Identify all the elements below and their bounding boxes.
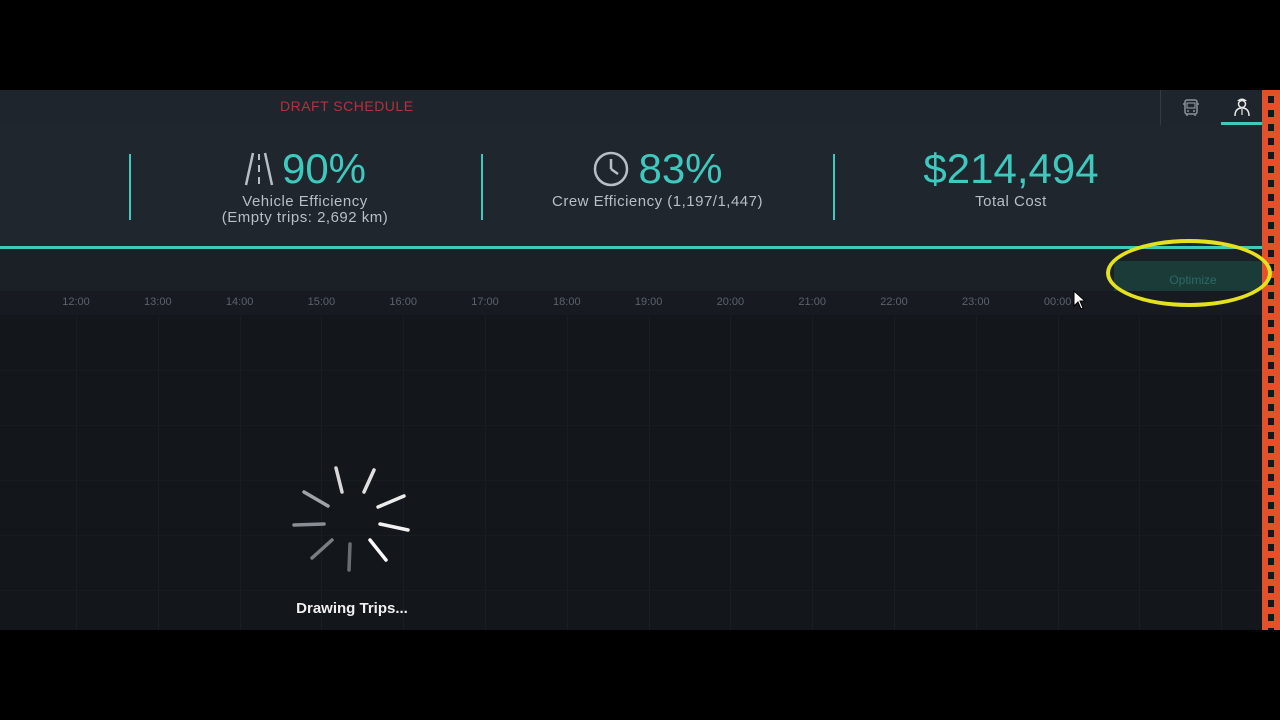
draft-schedule-label: DRAFT SCHEDULE <box>280 98 414 114</box>
grid-row-line <box>0 370 1262 371</box>
timeline-tick: 16:00 <box>389 296 417 308</box>
grid-column-line <box>812 315 813 630</box>
mouse-cursor-icon <box>1073 290 1087 310</box>
timeline-tick: 22:00 <box>880 296 908 308</box>
edge-bar-notch <box>1268 96 1274 103</box>
crew-view-tab[interactable] <box>1221 90 1262 125</box>
grid-column-line <box>976 315 977 630</box>
edge-bar-notch <box>1268 558 1274 565</box>
edge-bar-notch <box>1268 152 1274 159</box>
edge-bar-notch <box>1268 180 1274 187</box>
edge-bar-notch <box>1268 166 1274 173</box>
loading-spinner-icon <box>292 466 410 572</box>
vehicle-view-tab[interactable] <box>1160 90 1221 125</box>
edge-bar-notch <box>1268 446 1274 453</box>
edge-bar-notch <box>1268 208 1274 215</box>
edge-bar-notch <box>1268 110 1274 117</box>
grid-column-line <box>1139 315 1140 630</box>
crew-member-icon <box>1233 98 1250 117</box>
edge-bar-notch <box>1268 236 1274 243</box>
grid-column-line <box>730 315 731 630</box>
kpi-divider <box>129 154 131 220</box>
edge-bar-notch <box>1268 628 1274 630</box>
vehicle-efficiency-kpi: 90% Vehicle Efficiency (Empty trips: 2,6… <box>180 144 430 226</box>
top-bar: DRAFT SCHEDULE <box>0 90 1262 127</box>
edge-bar-notch <box>1268 530 1274 537</box>
total-cost-value: $214,494 <box>923 145 1099 192</box>
timeline-tick: 15:00 <box>307 296 336 308</box>
grid-row-line <box>0 480 1262 481</box>
schedule-grid[interactable] <box>0 315 1262 630</box>
kpi-panel: 90% Vehicle Efficiency (Empty trips: 2,6… <box>0 126 1262 249</box>
grid-column-line <box>76 315 77 630</box>
edge-bar-notch <box>1268 544 1274 551</box>
timeline-tick: 17:00 <box>471 296 499 308</box>
bus-icon <box>1183 98 1199 116</box>
grid-column-line <box>240 315 241 630</box>
crew-efficiency-kpi: 83% Crew Efficiency (1,197/1,447) <box>520 144 795 210</box>
edge-bar-notch <box>1268 278 1274 285</box>
timeline-tick: 00:00 <box>1043 296 1072 308</box>
edge-bar-notch <box>1268 320 1274 327</box>
edge-bar-notch <box>1268 474 1274 481</box>
edge-bar-notch <box>1268 306 1274 313</box>
timeline-tick: 18:00 <box>553 296 581 308</box>
schedule-toolbar: Optimize <box>0 249 1272 299</box>
loading-message: Drawing Trips... <box>296 600 408 617</box>
edge-bar-notch <box>1268 250 1274 257</box>
kpi-divider <box>833 154 835 220</box>
grid-column-line <box>1058 315 1059 630</box>
clock-icon <box>594 151 629 187</box>
grid-column-line <box>567 315 568 630</box>
grid-row-line <box>0 535 1262 536</box>
edge-bar-notch <box>1268 418 1274 425</box>
vehicle-efficiency-value: 90% <box>281 145 367 192</box>
edge-bar-notch <box>1268 264 1274 271</box>
edge-bar-notch <box>1268 390 1274 397</box>
grid-row-line <box>0 590 1262 591</box>
empty-trips-label: (Empty trips: 2,692 km) <box>221 209 389 226</box>
edge-bar-notch <box>1268 138 1274 145</box>
edge-bar-notch <box>1268 586 1274 593</box>
timeline-tick: 21:00 <box>798 296 826 308</box>
grid-column-line <box>894 315 895 630</box>
kpi-divider <box>481 154 483 220</box>
vehicle-efficiency-label: Vehicle Efficiency <box>242 193 368 210</box>
edge-bar-notch <box>1268 348 1274 355</box>
edge-bar-notch <box>1268 194 1274 201</box>
edge-bar-notch <box>1268 502 1274 509</box>
app-window: DRAFT SCHEDULE 90% Vehicle Efficiency (E… <box>0 90 1280 630</box>
crew-efficiency-label: Crew Efficiency (1,197/1,447) <box>552 193 763 210</box>
edge-bar-notch <box>1268 614 1274 621</box>
timeline-tick: 12:00 <box>62 296 90 308</box>
grid-column-line <box>1221 315 1222 630</box>
timeline-tick: 19:00 <box>634 296 663 308</box>
edge-bar-notch <box>1268 600 1274 607</box>
edge-bar-notch <box>1268 488 1274 495</box>
edge-bar-notch <box>1268 432 1274 439</box>
road-icon <box>244 152 274 186</box>
edge-bar-notch <box>1268 222 1274 229</box>
total-cost-label: Total Cost <box>975 193 1047 210</box>
edge-bar-notch <box>1268 124 1274 131</box>
total-cost-kpi: $214,494 Total Cost <box>880 144 1142 210</box>
edge-bar-notch <box>1268 516 1274 523</box>
grid-row-line <box>0 425 1262 426</box>
edge-bar-notch <box>1268 376 1274 383</box>
timeline-tick: 23:00 <box>962 296 990 308</box>
edge-bar-notch <box>1268 572 1274 579</box>
edge-bar-notch <box>1268 460 1274 467</box>
grid-column-line <box>649 315 650 630</box>
grid-column-line <box>158 315 159 630</box>
right-edge-bar <box>1262 90 1280 630</box>
grid-column-line <box>485 315 486 630</box>
timeline-tick: 13:00 <box>144 296 172 308</box>
edge-bar-notch <box>1268 362 1274 369</box>
crew-efficiency-value: 83% <box>638 145 723 192</box>
edge-bar-notch <box>1268 404 1274 411</box>
edge-bar-notch <box>1268 334 1274 341</box>
timeline-tick: 20:00 <box>716 296 745 308</box>
timeline-tick: 14:00 <box>225 296 254 308</box>
edge-bar-notch <box>1268 292 1274 299</box>
